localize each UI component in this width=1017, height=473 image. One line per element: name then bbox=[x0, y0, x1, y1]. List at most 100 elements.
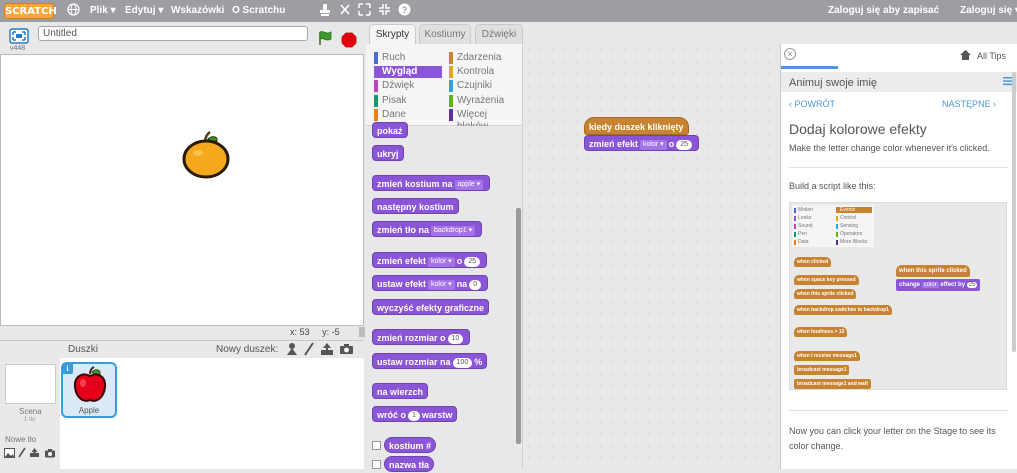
signin-menu[interactable]: Zaloguj się ▾ bbox=[960, 5, 1017, 16]
stage-canvas[interactable] bbox=[0, 54, 364, 326]
paint-sprite-icon[interactable] bbox=[303, 342, 315, 359]
script-hat-sprite-clicked[interactable]: kiedy duszek kliknięty bbox=[584, 117, 689, 135]
img-category-label: Events bbox=[840, 207, 856, 213]
img-category-item: Data bbox=[794, 239, 809, 245]
backdrop-dropdown[interactable]: backdrop1 ▾ bbox=[431, 225, 476, 236]
category-pen[interactable]: Pisak bbox=[374, 95, 442, 107]
upload-backdrop-icon[interactable] bbox=[29, 447, 40, 461]
block-text: ustaw efekt bbox=[377, 279, 427, 289]
img-block: when clicked bbox=[794, 257, 832, 267]
block-text: wróć o bbox=[377, 410, 407, 420]
tutorial-example-image: Motion Events Looks Control Sound Sensing Pen O… bbox=[789, 202, 1007, 390]
block-show[interactable]: pokaż bbox=[372, 122, 408, 138]
camera-sprite-icon[interactable] bbox=[339, 343, 354, 358]
sprite-from-library-icon[interactable] bbox=[285, 342, 299, 359]
number-input[interactable]: 0 bbox=[469, 279, 482, 290]
category-sensing[interactable]: Czujniki bbox=[449, 80, 517, 92]
img-category-item: Operators bbox=[836, 231, 862, 237]
category-sound[interactable]: Dźwięk bbox=[374, 80, 442, 92]
tips-back-button[interactable]: ‹ POWRÓT bbox=[789, 99, 835, 109]
block-go-back[interactable]: wróć o 1 warstw bbox=[372, 406, 458, 422]
scratch-logo[interactable]: SCRATCH bbox=[4, 3, 57, 19]
category-operators[interactable]: Wyrażenia bbox=[449, 95, 517, 107]
menu-file[interactable]: Plik ▾ bbox=[90, 5, 116, 16]
tab-scripts[interactable]: Skrypty bbox=[369, 24, 416, 44]
category-more-blocks[interactable]: Więcej bloków bbox=[449, 109, 517, 132]
camera-backdrop-icon[interactable] bbox=[44, 448, 56, 461]
menu-tips[interactable]: Wskazówki bbox=[171, 5, 224, 16]
costume-number-checkbox[interactable] bbox=[372, 441, 381, 450]
stage-thumbnail[interactable] bbox=[5, 364, 56, 404]
block-switch-costume[interactable]: zmień kostium na apple ▾ bbox=[372, 175, 491, 191]
category-looks[interactable]: Wygląd bbox=[374, 66, 442, 78]
number-input[interactable]: 25 bbox=[676, 139, 692, 150]
category-motion[interactable]: Ruch bbox=[374, 52, 442, 64]
category-swatch bbox=[449, 95, 453, 107]
category-data[interactable]: Dane bbox=[374, 109, 442, 121]
category-swatch bbox=[374, 95, 378, 107]
project-title-input[interactable] bbox=[38, 26, 308, 41]
block-go-front[interactable]: na wierzch bbox=[372, 383, 429, 399]
number-input[interactable]: 1 bbox=[408, 410, 420, 421]
category-label: Wygląd bbox=[382, 66, 418, 77]
number-input[interactable]: 100 bbox=[452, 357, 473, 368]
block-hide[interactable]: ukryj bbox=[372, 145, 404, 161]
globe-icon[interactable] bbox=[66, 3, 80, 17]
menu-edit[interactable]: Edytuj ▾ bbox=[125, 5, 163, 16]
close-tips-icon[interactable]: × bbox=[784, 48, 796, 60]
block-set-effect[interactable]: ustaw efekt kolor ▾ na 0 bbox=[372, 275, 489, 291]
sprite-tile-apple[interactable]: i Apple bbox=[61, 362, 117, 418]
img-category-item: Looks bbox=[794, 215, 811, 221]
paint-backdrop-icon[interactable] bbox=[18, 447, 26, 461]
effect-dropdown[interactable]: kolor ▾ bbox=[428, 256, 455, 267]
all-tips-link[interactable]: All Tips bbox=[977, 51, 1006, 61]
tips-progress-bar bbox=[781, 66, 838, 69]
block-clear-effects[interactable]: wyczyść efekty graficzne bbox=[372, 299, 490, 315]
number-input[interactable]: 25 bbox=[464, 256, 480, 267]
menu-about[interactable]: O Scratchu bbox=[232, 5, 285, 16]
duplicate-stamp-icon[interactable] bbox=[318, 3, 332, 17]
tab-costumes[interactable]: Kostiumy bbox=[419, 24, 471, 44]
apple-icon bbox=[71, 366, 109, 404]
category-control[interactable]: Kontrola bbox=[449, 66, 517, 78]
tab-sounds[interactable]: Dźwięki bbox=[475, 24, 523, 44]
img-category-swatch bbox=[794, 240, 796, 245]
signin-to-save-link[interactable]: Zaloguj się aby zapisać bbox=[828, 5, 939, 16]
delete-scissors-icon[interactable] bbox=[338, 3, 352, 17]
costume-dropdown[interactable]: apple ▾ bbox=[454, 179, 484, 190]
grow-icon[interactable] bbox=[357, 3, 371, 17]
number-input[interactable]: 10 bbox=[447, 333, 464, 344]
tips-next-button[interactable]: NASTĘPNE › bbox=[942, 99, 996, 109]
palette-scrollbar[interactable] bbox=[516, 208, 521, 444]
stop-sign-icon[interactable] bbox=[341, 32, 357, 48]
img-category-swatch bbox=[836, 208, 838, 213]
block-text: ukryj bbox=[377, 149, 399, 159]
upload-sprite-icon[interactable] bbox=[320, 342, 334, 359]
block-text: pokaż bbox=[377, 126, 403, 136]
presentation-mode-icon[interactable] bbox=[8, 27, 30, 45]
block-change-effect[interactable]: zmień efekt kolor ▾ o 25 bbox=[372, 252, 487, 268]
new-backdrop-label: Nowe tło bbox=[5, 435, 37, 444]
block-set-size[interactable]: ustaw rozmiar na 100% bbox=[372, 353, 488, 369]
category-events[interactable]: Zdarzenia bbox=[449, 52, 517, 64]
help-icon[interactable]: ? bbox=[397, 3, 411, 17]
effect-dropdown[interactable]: kolor ▾ bbox=[640, 139, 667, 150]
backdrop-name-checkbox[interactable] bbox=[372, 460, 381, 469]
block-change-size[interactable]: zmień rozmiar o 10 bbox=[372, 329, 471, 345]
effect-dropdown[interactable]: kolor ▾ bbox=[428, 279, 455, 290]
green-flag-icon[interactable] bbox=[317, 30, 333, 46]
img-category-item: Sensing bbox=[836, 223, 858, 229]
block-next-costume[interactable]: następny kostium bbox=[372, 198, 459, 214]
block-costume-number[interactable]: kostium # bbox=[384, 437, 437, 453]
home-icon[interactable] bbox=[959, 49, 972, 64]
backdrop-from-library-icon[interactable] bbox=[4, 448, 15, 461]
shrink-icon[interactable] bbox=[377, 3, 391, 17]
script-change-effect[interactable]: zmień efekt kolor ▾ o 25 bbox=[584, 135, 699, 151]
script-area[interactable] bbox=[522, 44, 780, 469]
dropdown-value: kolor bbox=[431, 280, 447, 288]
stage-collapse-handle[interactable] bbox=[359, 327, 365, 337]
tips-scrollbar[interactable] bbox=[1012, 72, 1016, 352]
orange-sprite[interactable] bbox=[181, 130, 231, 179]
block-backdrop-name[interactable]: nazwa tła bbox=[384, 456, 435, 472]
block-switch-backdrop[interactable]: zmień tło na backdrop1 ▾ bbox=[372, 221, 483, 237]
